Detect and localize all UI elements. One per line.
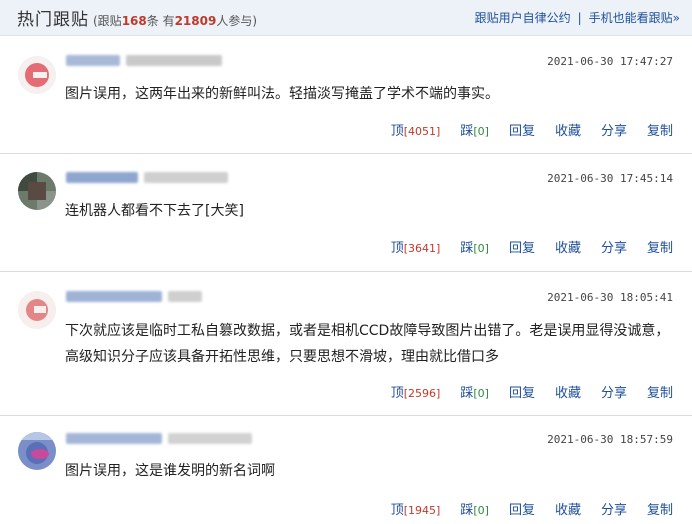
username-redacted[interactable] [66,54,120,66]
comment-item: 2021-06-30 18:57:59 图片误用，这是谁发明的新名词啊 顶[19… [0,416,692,524]
avatar-image [18,291,56,329]
collect-button[interactable]: 收藏 [555,382,581,401]
downvote-count: [0] [473,125,489,138]
comment-line: 高级知识分子应该具备开拓性思维，只要思想不滑坡，理由就比借口多 [65,349,499,365]
comment-line: 图片误用，这是谁发明的新名词啊 [65,463,275,479]
downvote-count: [0] [473,387,489,400]
hot-comments-header: 热门跟贴 (跟贴168条 有21809人参与) 跟贴用户自律公约 | 手机也能看… [0,0,692,36]
reply-button[interactable]: 回复 [509,237,535,256]
comment-time: 2021-06-30 18:57:59 [547,433,673,446]
participant-count: 21809 [174,14,217,28]
upvote-button[interactable]: 顶[1945] [391,499,441,518]
comment-line: 连机器人都看不下去了[大笑] [65,203,244,219]
share-button[interactable]: 分享 [601,120,627,139]
downvote-label: 踩 [460,503,474,518]
user-meta [66,288,208,304]
upvote-button[interactable]: 顶[4051] [391,120,441,139]
header-separator: | [577,10,582,25]
upvote-label: 顶 [390,503,404,518]
upvote-label: 顶 [390,241,404,256]
location-redacted [144,171,228,183]
comment-item: 2021-06-30 18:05:41 下次就应该是临时工私自篡改数据，或者是相… [0,272,692,416]
upvote-button[interactable]: 顶[3641] [391,237,441,256]
stats-prefix: (跟贴 [93,14,122,28]
reply-button[interactable]: 回复 [509,499,535,518]
upvote-count: [2596] [403,387,441,400]
comment-actions: 顶[2596] 踩[0] 回复 收藏 分享 复制 [391,382,673,401]
reply-button[interactable]: 回复 [509,382,535,401]
collect-button[interactable]: 收藏 [555,499,581,518]
avatar[interactable] [18,432,56,470]
username-redacted[interactable] [66,290,162,302]
avatar[interactable] [18,56,56,94]
downvote-label: 踩 [460,386,474,401]
collect-button[interactable]: 收藏 [555,237,581,256]
user-meta [66,169,234,185]
collect-button[interactable]: 收藏 [555,120,581,139]
comment-time: 2021-06-30 17:47:27 [547,55,673,68]
upvote-label: 顶 [390,124,404,139]
downvote-count: [0] [473,242,489,255]
upvote-count: [3641] [403,242,441,255]
downvote-label: 踩 [460,241,474,256]
share-button[interactable]: 分享 [601,382,627,401]
reply-button[interactable]: 回复 [509,120,535,139]
username-redacted[interactable] [66,432,162,444]
location-redacted [168,432,252,444]
user-meta [66,52,228,68]
stats-mid: 条 有 [146,14,175,28]
comment-text: 下次就应该是临时工私自篡改数据，或者是相机CCD故障导致图片出错了。老是误用显得… [65,318,672,370]
comment-text: 图片误用，这是谁发明的新名词啊 [65,458,672,484]
comment-list: 2021-06-30 17:47:27 图片误用，这两年出来的新鲜叫法。轻描淡写… [0,36,692,524]
downvote-button[interactable]: 踩[0] [460,499,489,518]
downvote-button[interactable]: 踩[0] [460,237,489,256]
comment-time: 2021-06-30 17:45:14 [547,172,673,185]
downvote-label: 踩 [460,124,474,139]
copy-button[interactable]: 复制 [647,382,673,401]
upvote-button[interactable]: 顶[2596] [391,382,441,401]
mobile-link[interactable]: 手机也能看跟贴» [589,9,680,26]
avatar-image [18,432,56,470]
rules-link[interactable]: 跟贴用户自律公约 [475,9,571,26]
copy-button[interactable]: 复制 [647,237,673,256]
downvote-button[interactable]: 踩[0] [460,382,489,401]
username-redacted[interactable] [66,171,138,183]
comment-item: 2021-06-30 17:45:14 连机器人都看不下去了[大笑] 顶[364… [0,154,692,272]
upvote-label: 顶 [390,386,404,401]
comment-actions: 顶[4051] 踩[0] 回复 收藏 分享 复制 [391,120,673,139]
comment-stats: (跟贴168条 有21809人参与) [93,12,257,29]
location-redacted [168,290,202,302]
upvote-count: [1945] [403,504,441,517]
avatar-image [18,172,56,210]
copy-button[interactable]: 复制 [647,499,673,518]
downvote-button[interactable]: 踩[0] [460,120,489,139]
section-title: 热门跟贴 [17,10,89,30]
comment-text: 连机器人都看不下去了[大笑] [65,198,672,224]
comment-line: 下次就应该是临时工私自篡改数据，或者是相机CCD故障导致图片出错了。老是误用显得… [65,323,670,339]
header-links: 跟贴用户自律公约 | 手机也能看跟贴» [475,9,680,26]
avatar[interactable] [18,291,56,329]
comment-actions: 顶[1945] 踩[0] 回复 收藏 分享 复制 [391,499,673,518]
location-redacted [126,54,222,66]
header-title-group: 热门跟贴 (跟贴168条 有21809人参与) [17,5,257,30]
comment-text: 图片误用，这两年出来的新鲜叫法。轻描淡写掩盖了学术不端的事实。 [65,81,672,107]
comment-time: 2021-06-30 18:05:41 [547,291,673,304]
stats-suffix: 人参与) [216,14,258,28]
copy-button[interactable]: 复制 [647,120,673,139]
avatar-image [18,56,56,94]
share-button[interactable]: 分享 [601,499,627,518]
comment-actions: 顶[3641] 踩[0] 回复 收藏 分享 复制 [391,237,673,256]
comment-item: 2021-06-30 17:47:27 图片误用，这两年出来的新鲜叫法。轻描淡写… [0,36,692,154]
upvote-count: [4051] [403,125,441,138]
post-count: 168 [121,14,147,28]
share-button[interactable]: 分享 [601,237,627,256]
downvote-count: [0] [473,504,489,517]
avatar[interactable] [18,172,56,210]
user-meta [66,430,258,446]
comment-line: 图片误用，这两年出来的新鲜叫法。轻描淡写掩盖了学术不端的事实。 [65,86,499,102]
